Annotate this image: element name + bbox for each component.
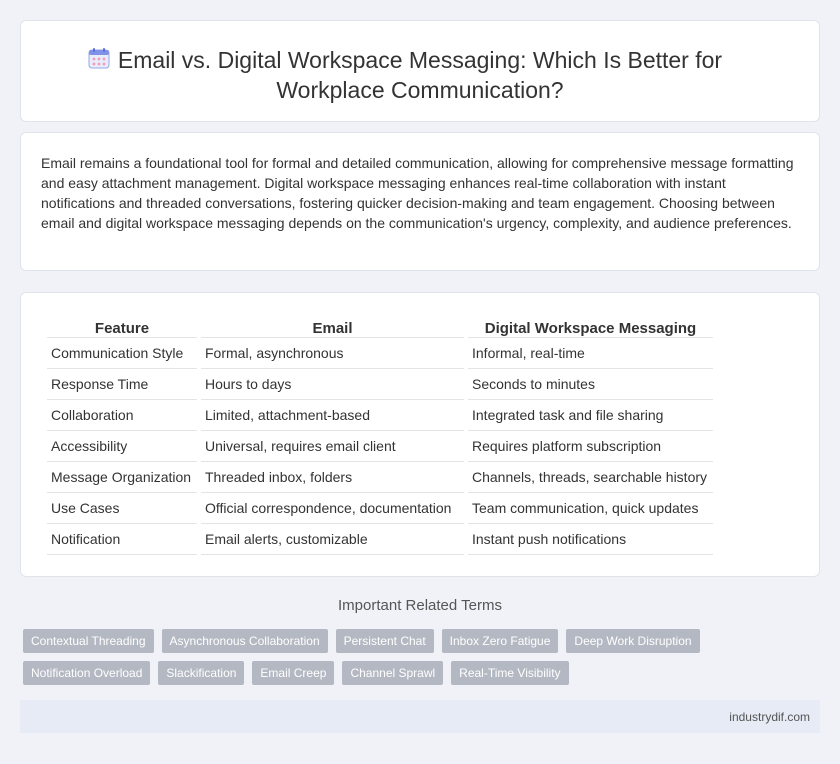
term-tag[interactable]: Channel Sprawl xyxy=(342,661,444,685)
term-tag[interactable]: Deep Work Disruption xyxy=(566,629,700,653)
table-cell: Formal, asynchronous xyxy=(201,338,464,369)
intro-paragraph: Email remains a foundational tool for fo… xyxy=(41,155,794,231)
term-tag[interactable]: Contextual Threading xyxy=(23,629,154,653)
table-cell: Communication Style xyxy=(47,338,197,369)
table-cell: Hours to days xyxy=(201,369,464,400)
term-tag[interactable]: Email Creep xyxy=(252,661,335,685)
table-row: Use Cases Official correspondence, docum… xyxy=(47,493,713,524)
table-cell: Informal, real-time xyxy=(468,338,713,369)
comparison-table: Feature Email Digital Workspace Messagin… xyxy=(43,314,717,555)
table-cell: Universal, requires email client xyxy=(201,431,464,462)
table-cell: Response Time xyxy=(47,369,197,400)
footer-site-link[interactable]: industrydif.com xyxy=(729,710,810,724)
title-card: Email vs. Digital Workspace Messaging: W… xyxy=(20,20,820,122)
table-cell: Team communication, quick updates xyxy=(468,493,713,524)
table-cell: Notification xyxy=(47,524,197,555)
page-title-line-2: Workplace Communication? xyxy=(276,77,564,103)
header-digital-workspace-messaging: Digital Workspace Messaging xyxy=(468,314,713,338)
related-terms-tags: Contextual Threading Asynchronous Collab… xyxy=(23,629,723,685)
table-row: Collaboration Limited, attachment-based … xyxy=(47,400,713,431)
table-cell: Limited, attachment-based xyxy=(201,400,464,431)
term-tag[interactable]: Notification Overload xyxy=(23,661,151,685)
footer: industrydif.com xyxy=(20,700,820,733)
term-tag[interactable]: Slackification xyxy=(158,661,245,685)
table-cell: Channels, threads, searchable history xyxy=(468,462,713,493)
table-cell: Requires platform subscription xyxy=(468,431,713,462)
table-row: Response Time Hours to days Seconds to m… xyxy=(47,369,713,400)
table-cell: Instant push notifications xyxy=(468,524,713,555)
table-header-row: Feature Email Digital Workspace Messagin… xyxy=(47,314,713,338)
table-cell: Use Cases xyxy=(47,493,197,524)
table-row: Notification Email alerts, customizable … xyxy=(47,524,713,555)
table-cell: Message Organization xyxy=(47,462,197,493)
table-cell: Collaboration xyxy=(47,400,197,431)
table-row: Accessibility Universal, requires email … xyxy=(47,431,713,462)
intro-card: Email remains a foundational tool for fo… xyxy=(20,132,820,271)
term-tag[interactable]: Inbox Zero Fatigue xyxy=(441,629,559,653)
term-tag[interactable]: Real-Time Visibility xyxy=(451,661,569,685)
table-cell: Integrated task and file sharing xyxy=(468,400,713,431)
table-cell: Seconds to minutes xyxy=(468,369,713,400)
table-cell: Email alerts, customizable xyxy=(201,524,464,555)
header-email: Email xyxy=(201,314,464,338)
related-terms-heading: Important Related Terms xyxy=(338,597,502,614)
term-tag[interactable]: Persistent Chat xyxy=(335,629,434,653)
table-cell: Official correspondence, documentation xyxy=(201,493,464,524)
table-cell: Accessibility xyxy=(47,431,197,462)
page-title: Email vs. Digital Workspace Messaging: W… xyxy=(21,45,819,105)
table-cell: Threaded inbox, folders xyxy=(201,462,464,493)
term-tag[interactable]: Asynchronous Collaboration xyxy=(161,629,328,653)
table-row: Communication Style Formal, asynchronous… xyxy=(47,338,713,369)
header-feature: Feature xyxy=(47,314,197,338)
table-row: Message Organization Threaded inbox, fol… xyxy=(47,462,713,493)
comparison-table-card: Feature Email Digital Workspace Messagin… xyxy=(20,292,820,577)
page-title-line-1: Email vs. Digital Workspace Messaging: W… xyxy=(117,47,723,73)
